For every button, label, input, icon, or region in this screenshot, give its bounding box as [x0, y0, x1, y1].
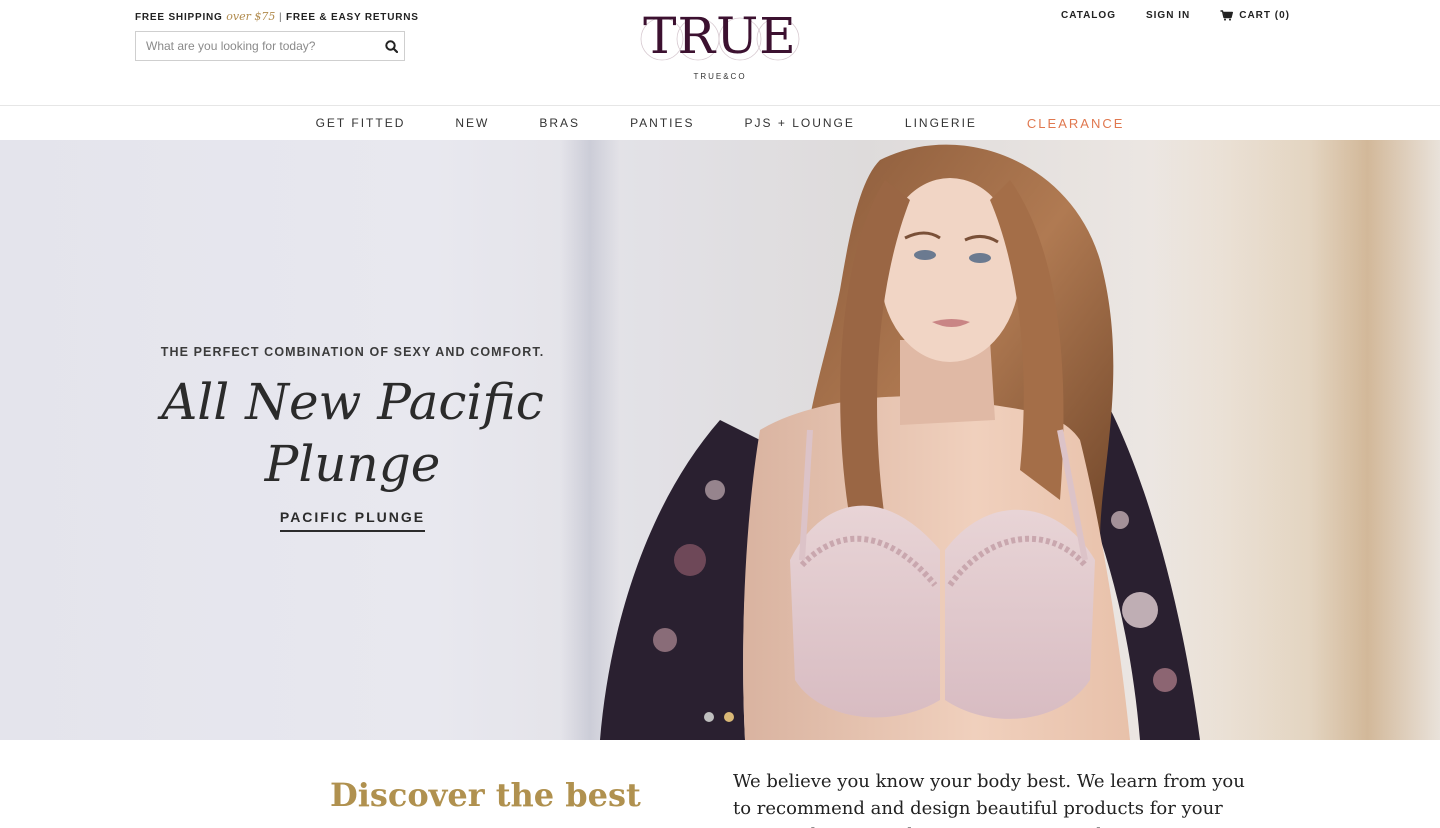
- site-logo[interactable]: TRUE TRUE&CO: [638, 10, 802, 90]
- cart-link[interactable]: CART (0): [1220, 10, 1290, 21]
- nav-clearance[interactable]: CLEARANCE: [1002, 116, 1149, 131]
- logo-wordmark: TRUE: [643, 7, 797, 65]
- nav-new[interactable]: NEW: [430, 116, 514, 130]
- intro-blurb: We believe you know your body best. We l…: [733, 771, 1245, 828]
- carousel-dot-1[interactable]: [704, 712, 714, 722]
- nav-get-fitted[interactable]: GET FITTED: [291, 116, 431, 130]
- search-icon: [384, 39, 398, 53]
- hero-eyebrow: THE PERFECT COMBINATION OF SEXY AND COMF…: [160, 345, 545, 359]
- promo-threshold: over $75: [226, 10, 276, 23]
- site-header: FREE SHIPPING over $75 | FREE & EASY RET…: [0, 0, 1440, 106]
- promo-separator: |: [278, 12, 283, 23]
- cart-label: CART (0): [1239, 10, 1290, 21]
- sign-in-link[interactable]: SIGN IN: [1146, 10, 1190, 21]
- carousel-dot-2[interactable]: [724, 712, 734, 722]
- nav-pjs-lounge[interactable]: PJS + LOUNGE: [720, 116, 880, 130]
- promo-banner: FREE SHIPPING over $75 | FREE & EASY RET…: [135, 10, 419, 23]
- hero-banner[interactable]: THE PERFECT COMBINATION OF SEXY AND COMF…: [0, 140, 1440, 740]
- nav-lingerie[interactable]: LINGERIE: [880, 116, 1002, 130]
- search-box: [135, 31, 405, 61]
- promo-free-shipping: FREE SHIPPING: [135, 12, 223, 23]
- discover-heading: Discover the best: [330, 776, 641, 814]
- search-button[interactable]: [378, 32, 404, 60]
- nav-panties[interactable]: PANTIES: [605, 116, 719, 130]
- carousel-dots: [704, 712, 734, 722]
- hero-model-image: [600, 144, 1200, 740]
- utility-nav: CATALOG SIGN IN CART (0): [1061, 10, 1290, 21]
- hero-copy: THE PERFECT COMBINATION OF SEXY AND COMF…: [130, 345, 575, 532]
- hero-title: All New Pacific Plunge: [161, 373, 544, 493]
- nav-bras[interactable]: BRAS: [514, 116, 605, 130]
- main-nav: GET FITTED NEW BRAS PANTIES PJS + LOUNGE…: [0, 106, 1440, 140]
- promo-returns: FREE & EASY RETURNS: [285, 12, 419, 23]
- hero-cta-link[interactable]: PACIFIC PLUNGE: [279, 509, 426, 532]
- cart-icon: [1220, 10, 1234, 21]
- logo-subtitle: TRUE&CO: [693, 72, 747, 81]
- search-input[interactable]: [136, 32, 378, 60]
- catalog-link[interactable]: CATALOG: [1061, 10, 1116, 21]
